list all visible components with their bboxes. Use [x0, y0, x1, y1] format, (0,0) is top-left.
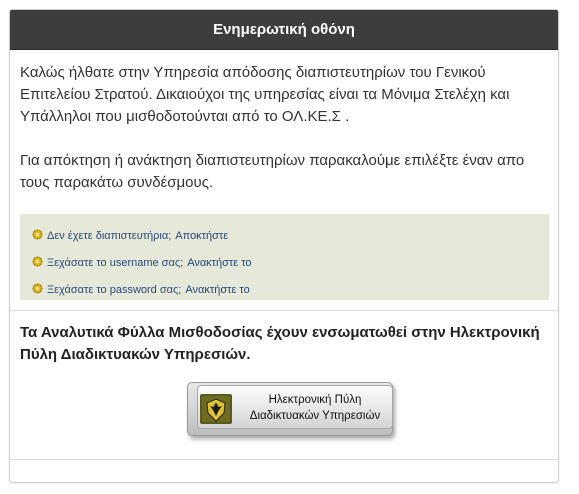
intro-paragraph-welcome: Καλώς ήλθατε στην Υπηρεσία απόδοσης διαπ…	[20, 64, 510, 125]
gear-bullet-icon	[32, 229, 43, 240]
panel-header: Ενημερωτική οθόνη	[10, 10, 558, 50]
portal-button-line2: Διαδικτυακών Υπηρεσιών	[249, 410, 381, 422]
section-divider	[10, 310, 558, 311]
army-eagle-emblem-icon	[200, 394, 232, 424]
payroll-notice: Τα Αναλυτικά Φύλλα Μισθοδοσίας έχουν ενσ…	[20, 324, 540, 363]
link-recover-username[interactable]: Ξεχάσατε το username σας; Ανακτήστε το	[20, 250, 549, 277]
link-question: Δεν έχετε διαπιστευτήρια;	[47, 230, 172, 242]
portal-button[interactable]: Ηλεκτρονική Πύλη Διαδικτυακών Υπηρεσιών	[187, 382, 393, 436]
info-panel: Ενημερωτική οθόνη Καλώς ήλθατε στην Υπηρ…	[9, 9, 559, 483]
link-action[interactable]: Ανακτήστε το	[185, 284, 249, 296]
credential-links-box: Δεν έχετε διαπιστευτήρια; Αποκτήστε Ξεχάσ…	[20, 214, 549, 300]
link-get-credentials[interactable]: Δεν έχετε διαπιστευτήρια; Αποκτήστε	[20, 223, 549, 250]
gear-bullet-icon	[32, 256, 43, 267]
portal-button-line1: Ηλεκτρονική Πύλη	[268, 394, 362, 406]
bottom-divider	[10, 459, 558, 460]
intro-text: Καλώς ήλθατε στην Υπηρεσία απόδοσης διαπ…	[10, 50, 558, 194]
portal-button-face[interactable]: Ηλεκτρονική Πύλη Διαδικτυακών Υπηρεσιών	[197, 385, 393, 429]
link-question: Ξεχάσατε το password σας;	[47, 284, 182, 296]
intro-paragraph-instructions: Για απόκτηση ή ανάκτηση διαπιστευτηρίων …	[20, 152, 525, 191]
link-action[interactable]: Ανακτήστε το	[187, 257, 251, 269]
link-question: Ξεχάσατε το username σας;	[47, 257, 184, 269]
link-action[interactable]: Αποκτήστε	[175, 230, 228, 242]
portal-button-label: Ηλεκτρονική Πύλη Διαδικτυακών Υπηρεσιών	[236, 392, 394, 424]
link-recover-password[interactable]: Ξεχάσατε το password σας; Ανακτήστε το	[20, 277, 549, 304]
gear-bullet-icon	[32, 283, 43, 294]
